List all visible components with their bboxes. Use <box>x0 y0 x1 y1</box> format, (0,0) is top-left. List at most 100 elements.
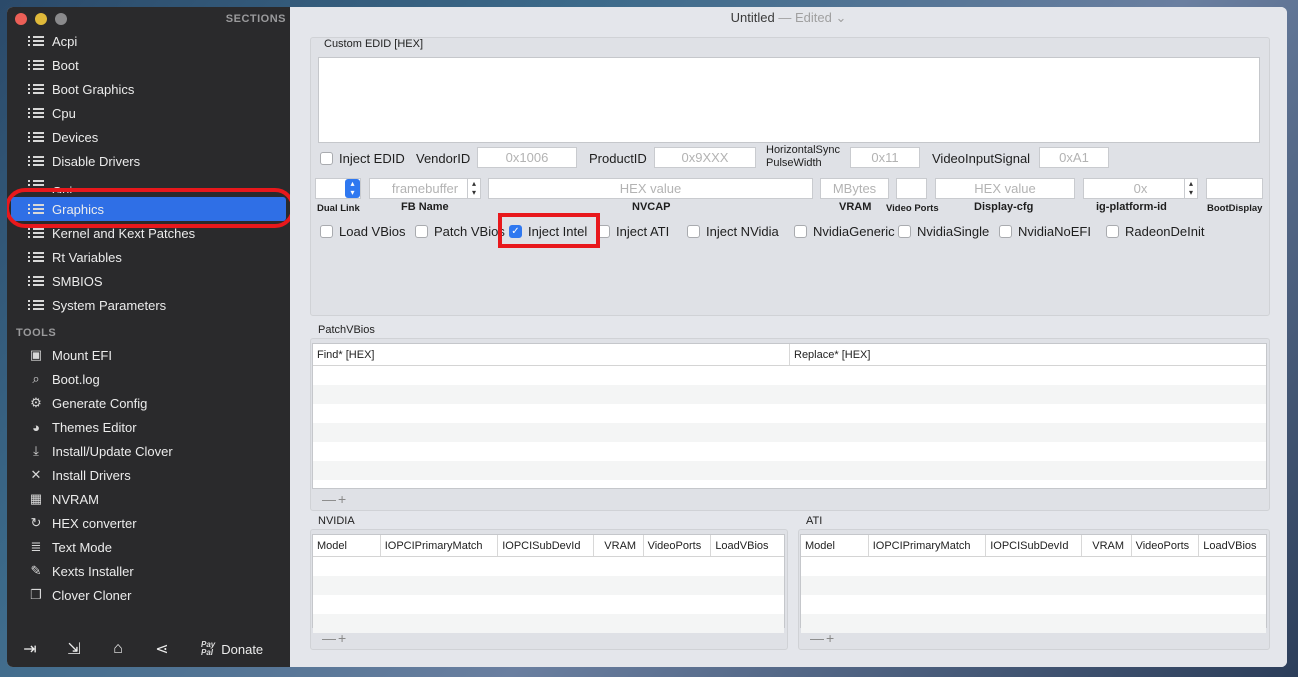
sidebar-item-graphics[interactable]: Graphics <box>11 197 286 221</box>
checkbox-box[interactable] <box>687 225 700 238</box>
close-window-button[interactable] <box>15 13 27 25</box>
sidebar-item-kernel-and-kext-patches[interactable]: Kernel and Kext Patches <box>7 221 290 245</box>
sidebar-item-system-parameters[interactable]: System Parameters <box>7 293 290 317</box>
sidebar-item-smbios[interactable]: SMBIOS <box>7 269 290 293</box>
load-vbios-checkbox[interactable]: Load VBios <box>320 224 406 239</box>
video-ports-field[interactable] <box>896 178 927 199</box>
table-row[interactable] <box>313 385 1266 404</box>
tool-themes-editor[interactable]: ◕ Themes Editor <box>7 415 290 439</box>
nvidia-model-header[interactable]: Model <box>313 535 381 556</box>
table-row[interactable] <box>313 423 1266 442</box>
sidebar-item-boot[interactable]: Boot <box>7 53 290 77</box>
vram-field[interactable]: MBytes <box>820 178 889 199</box>
nvcap-field[interactable]: HEX value <box>488 178 813 199</box>
table-row[interactable] <box>801 595 1266 614</box>
custom-edid-textarea[interactable] <box>318 57 1260 143</box>
sidebar-item-disable-drivers[interactable]: Disable Drivers <box>7 149 290 173</box>
tool-nvram[interactable]: ▦ NVRAM <box>7 487 290 511</box>
checkbox-box[interactable] <box>898 225 911 238</box>
inject-ati-checkbox[interactable]: Inject ATI <box>597 224 669 239</box>
table-row[interactable] <box>313 442 1266 461</box>
minimize-window-button[interactable] <box>35 13 47 25</box>
fb-name-field[interactable]: framebuffer <box>369 178 481 199</box>
dual-link-stepper-icon[interactable]: ▴ ▾ <box>345 179 360 198</box>
patch-vbios-checkbox[interactable]: Patch VBios <box>415 224 505 239</box>
checkbox-box[interactable] <box>794 225 807 238</box>
tool-kexts-installer[interactable]: ✎ Kexts Installer <box>7 559 290 583</box>
add-button[interactable]: + <box>338 630 348 646</box>
sidebar-item-devices[interactable]: Devices <box>7 125 290 149</box>
add-button[interactable]: + <box>826 630 836 646</box>
nvidia-table[interactable]: Model IOPCIPrimaryMatch IOPCISubDevId VR… <box>312 534 785 633</box>
sidebar-item-cpu[interactable]: Cpu <box>7 101 290 125</box>
remove-button[interactable]: — <box>322 491 338 507</box>
chevron-down-icon[interactable]: ⌄ <box>835 10 846 25</box>
tool-clover-cloner[interactable]: ❐ Clover Cloner <box>7 583 290 607</box>
tool-text-mode[interactable]: ≣ Text Mode <box>7 535 290 559</box>
video-input-signal-field[interactable]: 0xA1 <box>1039 147 1109 168</box>
nvidiageneric-checkbox[interactable]: NvidiaGeneric <box>794 224 895 239</box>
find-column-header[interactable]: Find* [HEX] <box>313 344 790 365</box>
home-icon[interactable]: ⌂ <box>109 640 127 658</box>
inject-edid-box[interactable] <box>320 152 333 165</box>
nvidia-loadvbios-header[interactable]: LoadVBios <box>711 535 784 556</box>
checkbox-box[interactable] <box>415 225 428 238</box>
sidebar-item-rt-variables[interactable]: Rt Variables <box>7 245 290 269</box>
export-icon[interactable]: ⇲ <box>65 639 83 659</box>
table-row[interactable] <box>801 576 1266 595</box>
vendor-id-field[interactable]: 0x1006 <box>477 147 577 168</box>
fb-name-stepper-icon[interactable]: ▴ ▾ <box>467 178 481 199</box>
nvidia-primary-match-header[interactable]: IOPCIPrimaryMatch <box>381 535 499 556</box>
product-id-field[interactable]: 0x9XXX <box>654 147 756 168</box>
table-row[interactable] <box>313 614 784 633</box>
table-row[interactable] <box>801 557 1266 576</box>
inject-nvidia-checkbox[interactable]: Inject NVidia <box>687 224 779 239</box>
display-cfg-field[interactable]: HEX value <box>935 178 1075 199</box>
ig-platform-id-field[interactable]: 0x <box>1083 178 1198 199</box>
table-row[interactable] <box>313 461 1266 480</box>
ati-table[interactable]: Model IOPCIPrimaryMatch IOPCISubDevId VR… <box>800 534 1267 633</box>
nvidia-videoports-header[interactable]: VideoPorts <box>644 535 712 556</box>
ig-platform-id-stepper-icon[interactable]: ▴ ▾ <box>1184 178 1198 199</box>
checkbox-box[interactable] <box>1106 225 1119 238</box>
table-row[interactable] <box>313 404 1266 423</box>
checkmark-icon[interactable]: ✓ <box>509 225 522 238</box>
tool-install-drivers[interactable]: ✕ Install Drivers <box>7 463 290 487</box>
tool-generate-config[interactable]: ⚙ Generate Config <box>7 391 290 415</box>
remove-button[interactable]: — <box>322 630 338 646</box>
checkbox-box[interactable] <box>999 225 1012 238</box>
remove-button[interactable]: — <box>810 630 826 646</box>
zoom-window-button[interactable] <box>55 13 67 25</box>
import-icon[interactable]: ⇥ <box>21 639 39 659</box>
share-icon[interactable]: ⋖ <box>153 639 171 659</box>
ati-videoports-header[interactable]: VideoPorts <box>1132 535 1200 556</box>
checkbox-box[interactable] <box>597 225 610 238</box>
ati-primary-match-header[interactable]: IOPCIPrimaryMatch <box>869 535 987 556</box>
nvidiasingle-checkbox[interactable]: NvidiaSingle <box>898 224 989 239</box>
nvidia-subdevid-header[interactable]: IOPCISubDevId <box>498 535 594 556</box>
hsync-field[interactable]: 0x11 <box>850 147 920 168</box>
table-row[interactable] <box>313 557 784 576</box>
boot-display-field[interactable] <box>1206 178 1263 199</box>
sidebar-item-acpi[interactable]: Acpi <box>7 29 290 53</box>
tool-install-update-clover[interactable]: ⤓ Install/Update Clover <box>7 439 290 463</box>
nvidia-vram-header[interactable]: VRAM <box>594 535 644 556</box>
table-row[interactable] <box>313 595 784 614</box>
sidebar-item-gui[interactable]: Gui <box>7 173 290 197</box>
ati-subdevid-header[interactable]: IOPCISubDevId <box>986 535 1082 556</box>
table-row[interactable] <box>313 576 784 595</box>
tool-mount-efi[interactable]: ▣ Mount EFI <box>7 343 290 367</box>
nvidianoefi-checkbox[interactable]: NvidiaNoEFI <box>999 224 1091 239</box>
patch-vbios-table[interactable]: Find* [HEX] Replace* [HEX] <box>312 343 1267 489</box>
radeondeinit-checkbox[interactable]: RadeonDeInit <box>1106 224 1205 239</box>
ati-model-header[interactable]: Model <box>801 535 869 556</box>
ati-loadvbios-header[interactable]: LoadVBios <box>1199 535 1266 556</box>
add-button[interactable]: + <box>338 491 348 507</box>
table-row[interactable] <box>313 366 1266 385</box>
inject-intel-checkbox[interactable]: ✓ Inject Intel <box>509 224 587 239</box>
checkbox-box[interactable] <box>320 225 333 238</box>
inject-edid-checkbox[interactable]: Inject EDID <box>320 151 405 166</box>
ati-vram-header[interactable]: VRAM <box>1082 535 1132 556</box>
table-row[interactable] <box>801 614 1266 633</box>
replace-column-header[interactable]: Replace* [HEX] <box>790 344 1266 365</box>
